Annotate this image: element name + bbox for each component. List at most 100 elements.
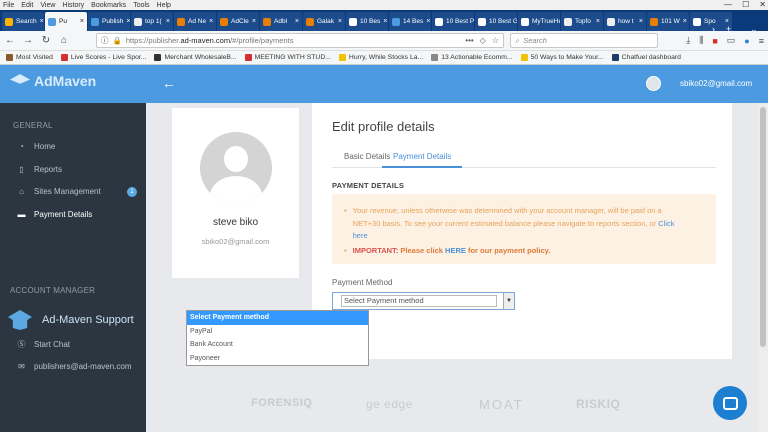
tab-close-icon[interactable]: × [126,18,130,25]
bookmark-item[interactable]: Hurry, While Stocks La... [338,54,423,61]
sidebar-item-reports[interactable]: ▯ Reports [17,165,137,174]
bookmark-item[interactable]: MEETING WITH STUD... [244,54,331,61]
bookmark-favicon-icon [431,54,439,61]
dropdown-arrow-icon[interactable]: ▼ [503,293,514,309]
option-paypal[interactable]: PayPal [187,325,368,339]
sidebar-item-sites-management[interactable]: ⌂ Sites Management 1 [17,186,137,197]
payment-method-select[interactable]: Select Payment method ▼ [332,292,515,310]
tab-favicon-icon [48,17,56,26]
home-icon[interactable]: ⌂ [58,35,70,47]
browser-tab[interactable]: Pu × [45,12,87,31]
browser-tab[interactable]: Publish × [88,12,130,31]
tab-close-icon[interactable]: × [426,18,430,25]
tab-close-icon[interactable]: × [683,18,687,25]
browser-tab[interactable]: Adbl × [260,12,302,31]
more-icon[interactable]: ••• [465,36,473,45]
browser-tab[interactable]: how t × [604,12,646,31]
page-scrollbar[interactable] [758,103,768,432]
admaven-logo[interactable]: AdMaven [10,73,96,89]
sync-icon[interactable]: ● [744,36,749,46]
reload-icon[interactable]: ↻ [40,35,52,47]
click-here-link[interactable]: Click [658,219,674,228]
menu-tools[interactable]: Tools [133,2,149,9]
bookmark-item[interactable]: Chatfuel dashboard [611,54,681,61]
browser-tab[interactable]: 14 Bes × [389,12,431,31]
browser-tab[interactable]: 101 W × [647,12,689,31]
tab-close-icon[interactable]: × [80,18,84,25]
avatar-head-shape [224,146,248,172]
forensiq-logo: FORENSIQ [251,397,313,409]
bookmark-star-icon[interactable]: ☆ [492,36,499,45]
tab-payment-details[interactable]: Payment Details [393,152,451,161]
menu-icon[interactable]: ≡ [759,36,764,46]
library-icon[interactable]: ⫼ [699,35,703,46]
tab-close-icon[interactable]: × [338,18,342,25]
menu-bookmarks[interactable]: Bookmarks [91,2,126,9]
tab-close-icon[interactable]: × [596,18,600,25]
option-select-payment-method[interactable]: Select Payment method [187,311,368,325]
browser-tab[interactable]: MyTrueHe× [518,12,560,31]
maximize-icon[interactable]: ☐ [742,0,749,9]
menu-history[interactable]: History [62,2,84,9]
browser-tab[interactable]: Search × [2,12,44,31]
browser-tab[interactable]: Galak × [303,12,345,31]
option-bank-account[interactable]: Bank Account [187,338,368,352]
browser-tab[interactable]: Topfo × [561,12,603,31]
url-path: /#/profile/payments [230,36,294,45]
collapse-arrow-icon[interactable]: ← [162,75,176,91]
url-host: https://publisher. [125,36,181,45]
tab-close-icon[interactable]: × [252,18,256,25]
sidebar-icon[interactable]: ▭ [727,35,736,46]
bookmark-item[interactable]: Merchant WholesaleB... [154,54,237,61]
extension-icon[interactable]: ■ [712,36,717,46]
click-here-link-cont[interactable]: here [353,231,368,240]
payment-policy-link[interactable]: HERE [445,246,466,255]
address-bar[interactable]: ⓘ 🔒 https://publisher.ad-maven.com/#/pro… [96,33,504,48]
tab-close-icon[interactable]: × [639,18,643,25]
bookmark-label: Most Visited [16,54,53,61]
tab-close-icon[interactable]: × [383,18,387,25]
info-icon[interactable]: ⓘ [101,35,109,46]
menu-help[interactable]: Help [157,2,171,9]
start-chat-link[interactable]: Ⓢ Start Chat [17,339,137,350]
profile-email: sbiko02@gmail.com [201,237,270,246]
sidebar-item-payment-details[interactable]: ▬ Payment Details [17,210,137,219]
browser-tab[interactable]: top 1(× [131,12,173,31]
tab-close-icon[interactable]: × [295,18,299,25]
bookmark-item[interactable]: Live Scores - Live Spor... [60,54,146,61]
minimize-icon[interactable]: — [724,0,732,9]
bookmark-item[interactable]: 13 Actionable Ecomm... [431,54,513,61]
menu-view[interactable]: View [40,2,55,9]
scrollbar-thumb[interactable] [760,107,766,347]
back-icon[interactable]: ← [4,35,16,47]
search-input[interactable]: ⌕ Search [510,33,658,48]
browser-tab[interactable]: 10 Bes × [346,12,388,31]
support-email-link[interactable]: ✉ publishers@ad-maven.com [17,362,137,371]
tab-basic-details[interactable]: Basic Details [344,152,390,161]
browser-tab[interactable]: Ad Ne × [174,12,216,31]
tab-label: AdCle [231,18,249,25]
page-title: Edit profile details [332,119,435,134]
option-payoneer[interactable]: Payoneer [187,352,368,366]
sidebar-item-home[interactable]: ◔ Home [17,142,137,151]
tab-label: 101 W [661,18,680,25]
avatar[interactable] [646,76,661,91]
tab-close-icon[interactable]: × [209,18,213,25]
menu-file[interactable]: File [3,2,14,9]
header-user-email[interactable]: sbiko02@gmail.com [680,79,752,88]
tab-close-icon[interactable]: × [166,18,170,25]
download-icon[interactable]: ⤓ [686,35,690,46]
browser-tab[interactable]: AdCle × [217,12,259,31]
browser-tab[interactable]: 10 Best Pa× [432,12,474,31]
bullet-icon: • [344,245,347,255]
close-icon[interactable]: ✕ [759,0,766,9]
tab-close-icon[interactable]: × [40,18,44,25]
browser-tab[interactable]: 10 Best Gc× [475,12,517,31]
forward-icon[interactable]: → [22,35,34,47]
pocket-icon[interactable]: ◇ [480,36,486,45]
bookmark-item[interactable]: 50 Ways to Make Your... [520,54,604,61]
chat-bubble-icon [722,396,738,410]
bookmark-item[interactable]: Most Visited [6,54,53,61]
chat-launcher-button[interactable] [713,386,747,420]
menu-edit[interactable]: Edit [21,2,33,9]
